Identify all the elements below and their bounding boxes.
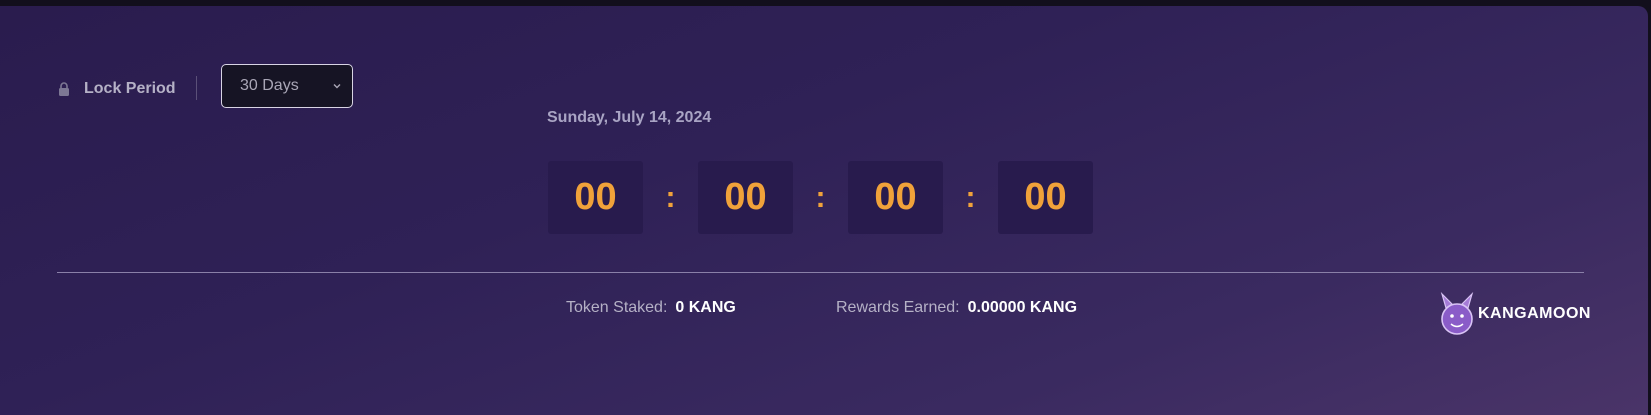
kangamoon-logo: KANGAMOON [1438, 292, 1591, 336]
rewards-earned-stat: Rewards Earned: 0.00000 KANG [836, 299, 1077, 317]
kangaroo-logo-icon [1440, 292, 1474, 335]
countdown-unit-4: 00 [998, 161, 1093, 234]
horizontal-divider [57, 272, 1584, 273]
lock-period-select[interactable]: 30 Days [221, 64, 353, 108]
token-staked-value: 0 KANG [675, 299, 736, 316]
countdown-unit-2: 00 [698, 161, 793, 234]
lock-period-row: Lock Period [58, 68, 176, 110]
token-staked-label: Token Staked: [566, 299, 668, 316]
chevron-down-icon [333, 84, 341, 89]
countdown-timer: 00 : 00 : 00 : 00 [548, 161, 1093, 234]
token-staked-stat: Token Staked: 0 KANG [566, 299, 736, 317]
countdown-date: Sunday, July 14, 2024 [547, 109, 712, 126]
lock-period-label: Lock Period [84, 80, 176, 97]
staking-card: Lock Period 30 Days Sunday, July 14, 202… [0, 6, 1648, 415]
countdown-unit-1: 00 [548, 161, 643, 234]
logo-text: KANGAMOON [1478, 305, 1591, 322]
rewards-earned-label: Rewards Earned: [836, 299, 960, 316]
countdown-unit-3: 00 [848, 161, 943, 234]
lock-period-select-value: 30 Days [240, 77, 299, 94]
countdown-separator: : [965, 180, 976, 214]
countdown-separator: : [665, 180, 676, 214]
vertical-divider [196, 76, 197, 100]
countdown-separator: : [815, 180, 826, 214]
lock-icon [59, 82, 69, 96]
rewards-earned-value: 0.00000 KANG [967, 299, 1078, 316]
